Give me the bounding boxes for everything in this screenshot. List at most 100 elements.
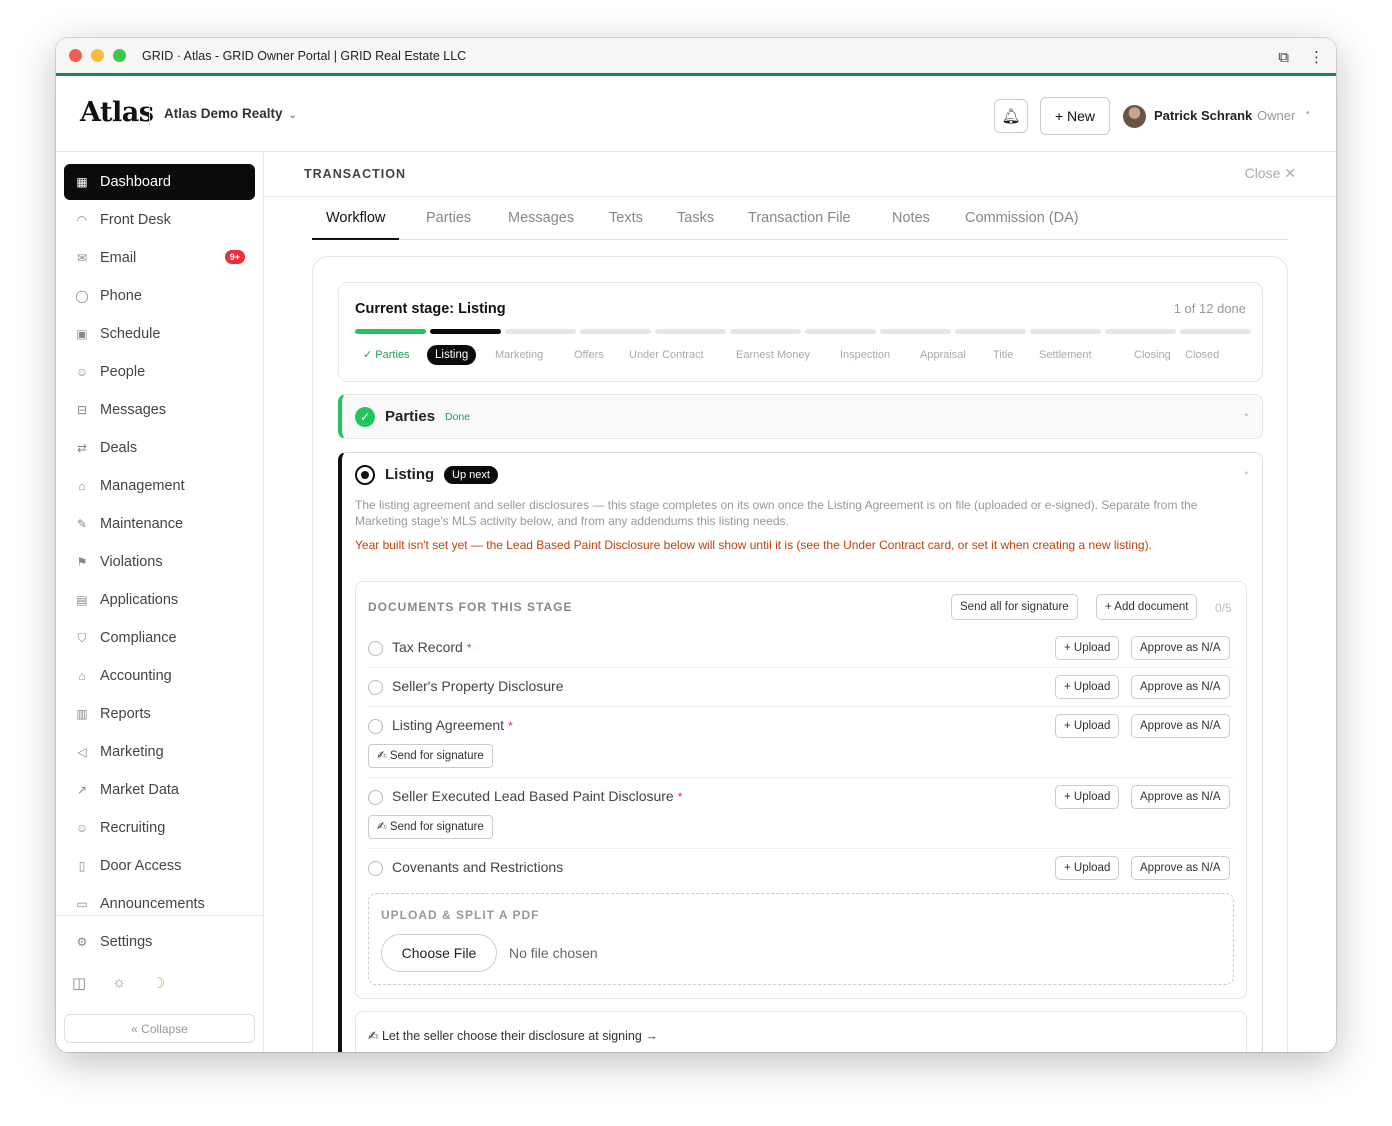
approve-na-button[interactable]: Approve as N/A xyxy=(1131,714,1230,738)
stage-progress-segment xyxy=(1180,329,1251,334)
stage-step-inspection[interactable]: Inspection xyxy=(840,345,890,365)
approve-na-button[interactable]: Approve as N/A xyxy=(1131,785,1230,809)
expand-dot-icon[interactable]: • xyxy=(1245,468,1248,478)
stage-step-listing[interactable]: Listing xyxy=(427,345,477,365)
document-status-radio[interactable] xyxy=(368,641,383,656)
document-status-radio[interactable] xyxy=(368,680,383,695)
document-name-text: Listing Agreement xyxy=(392,717,505,733)
sun-icon[interactable]: ☼ xyxy=(112,974,126,992)
org-switcher[interactable]: Atlas Demo Realty ⌄ xyxy=(164,106,297,121)
users-icon: ☺ xyxy=(75,365,89,379)
stage-step-marketing[interactable]: Marketing xyxy=(495,345,543,365)
new-button[interactable]: + New xyxy=(1040,97,1110,135)
more-menu-icon[interactable]: ⋮ xyxy=(1309,48,1324,66)
megaphone-icon: ◁ xyxy=(77,745,87,759)
tab-transaction-file[interactable]: Transaction File xyxy=(734,198,865,240)
sidebar-item-door-access[interactable]: ▯ Door Access xyxy=(64,848,255,884)
repeat-icon: ⇄ xyxy=(76,441,88,455)
upload-button[interactable]: + Upload xyxy=(1055,714,1120,738)
document-status-radio[interactable] xyxy=(368,719,383,734)
notifications-button[interactable]: 🔔︎ xyxy=(994,99,1028,133)
stage-step-under-contract[interactable]: Under Contract xyxy=(629,345,704,365)
status-badge: Done xyxy=(445,411,471,423)
upload-button[interactable]: + Upload xyxy=(1055,636,1120,660)
sidebar-item-phone[interactable]: ◯ Phone xyxy=(64,278,255,314)
sidebar-item-label: Accounting xyxy=(100,668,172,684)
sidebar-item-compliance[interactable]: ⛉ Compliance xyxy=(64,620,255,656)
stage-progress: Current stage: Listing 1 of 12 done ✓ Pa… xyxy=(338,282,1263,382)
sidebar-item-email[interactable]: ✉ Email 9+ xyxy=(64,240,255,276)
sidebar-item-dashboard[interactable]: ▦ Dashboard xyxy=(64,164,255,200)
seller-disclosure-link[interactable]: ✍ Let the seller choose their disclosure… xyxy=(368,1028,658,1043)
document-name-text: Covenants and Restrictions xyxy=(392,859,564,875)
sidebar-item-messages[interactable]: ⊟ Messages xyxy=(64,392,255,428)
sidebar-item-market-data[interactable]: ↗ Market Data xyxy=(64,772,255,808)
stage-step-title[interactable]: Title xyxy=(993,345,1013,365)
stage-step-settlement[interactable]: Settlement xyxy=(1039,345,1092,365)
stage-step-closing[interactable]: Closing xyxy=(1134,345,1171,365)
stage-step-earnest-money[interactable]: Earnest Money xyxy=(736,345,810,365)
stage-progress-segment xyxy=(880,329,951,334)
close-window-button[interactable] xyxy=(69,49,82,62)
collapse-button[interactable]: « Collapse xyxy=(64,1014,255,1043)
approve-na-button[interactable]: Approve as N/A xyxy=(1131,856,1230,880)
moon-icon[interactable]: ☽ xyxy=(152,974,165,992)
sidebar-item-violations[interactable]: ⚑ Violations xyxy=(64,544,255,580)
user-name[interactable]: Patrick Schrank xyxy=(1154,108,1252,123)
document-status-radio[interactable] xyxy=(368,790,383,805)
add-document-button[interactable]: + Add document xyxy=(1096,594,1198,620)
sidebar-item-applications[interactable]: ▤ Applications xyxy=(64,582,255,618)
sidebar-item-label: Schedule xyxy=(100,326,161,342)
sidebar-item-schedule[interactable]: ▣ Schedule xyxy=(64,316,255,352)
tab-messages[interactable]: Messages xyxy=(494,198,588,240)
sidebar-item-label: Compliance xyxy=(100,630,177,646)
approve-na-button[interactable]: Approve as N/A xyxy=(1131,675,1230,699)
seller-disclosure-choice-row[interactable]: ✍ Let the seller choose their disclosure… xyxy=(355,1011,1247,1052)
send-all-signature-button[interactable]: Send all for signature xyxy=(951,594,1078,620)
sidebar-item-announcements[interactable]: ▭ Announcements xyxy=(64,886,255,922)
layout-toggle-icon[interactable]: ◫ xyxy=(72,974,86,992)
sidebar-item-settings[interactable]: ⚙ Settings xyxy=(64,924,255,960)
tab-notes[interactable]: Notes xyxy=(878,198,944,240)
document-name-text: Tax Record xyxy=(392,639,463,655)
upload-button[interactable]: + Upload xyxy=(1055,675,1120,699)
sidebar-item-maintenance[interactable]: ✎ Maintenance xyxy=(64,506,255,542)
sidebar-item-people[interactable]: ☺ People xyxy=(64,354,255,390)
send-for-signature-button[interactable]: ✍ Send for signature xyxy=(368,744,493,768)
sidebar-item-accounting[interactable]: ⌂ Accounting xyxy=(64,658,255,694)
close-button[interactable]: Close ✕ xyxy=(1245,165,1296,182)
chat-icon: ◯ xyxy=(75,289,89,303)
choose-file-button[interactable]: Choose File xyxy=(381,934,497,972)
upload-button[interactable]: + Upload xyxy=(1055,856,1120,880)
sidebar-item-reports[interactable]: ▥ Reports xyxy=(64,696,255,732)
extension-icon[interactable]: ⧉ xyxy=(1278,49,1289,66)
user-menu-dot-icon[interactable]: • xyxy=(1306,108,1310,119)
minimize-window-button[interactable] xyxy=(91,49,104,62)
sidebar-item-management[interactable]: ⌂ Management xyxy=(64,468,255,504)
stage-step-parties[interactable]: ✓ Parties xyxy=(363,345,410,365)
sidebar-item-front-desk[interactable]: ◠ Front Desk xyxy=(64,202,255,238)
avatar[interactable] xyxy=(1123,105,1146,128)
send-for-signature-button[interactable]: ✍ Send for signature xyxy=(368,815,493,839)
upload-button[interactable]: + Upload xyxy=(1055,785,1120,809)
required-asterisk: * xyxy=(677,790,683,804)
tab-tasks[interactable]: Tasks xyxy=(663,198,728,240)
tab-workflow[interactable]: Workflow xyxy=(312,198,400,240)
stage-progress-segment xyxy=(430,329,501,334)
stage-step-appraisal[interactable]: Appraisal xyxy=(920,345,966,365)
sidebar-item-deals[interactable]: ⇄ Deals xyxy=(64,430,255,466)
sidebar-item-marketing[interactable]: ◁ Marketing xyxy=(64,734,255,770)
stage-step-offers[interactable]: Offers xyxy=(574,345,604,365)
parties-stage-row[interactable]: ✓ Parties Done • xyxy=(338,394,1263,439)
sidebar-item-recruiting[interactable]: ☺ Recruiting xyxy=(64,810,255,846)
inbox-icon: ⊟ xyxy=(76,403,88,417)
maximize-window-button[interactable] xyxy=(113,49,126,62)
expand-dot-icon[interactable]: • xyxy=(1245,410,1248,420)
tab-texts[interactable]: Texts xyxy=(595,198,657,240)
atlas-logo[interactable]: Atlas xyxy=(80,97,154,128)
tab-parties[interactable]: Parties xyxy=(412,198,485,240)
tab-commission-da[interactable]: Commission (DA) xyxy=(951,198,1093,240)
approve-na-button[interactable]: Approve as N/A xyxy=(1131,636,1230,660)
document-status-radio[interactable] xyxy=(368,861,383,876)
stage-step-closed[interactable]: Closed xyxy=(1185,345,1219,365)
